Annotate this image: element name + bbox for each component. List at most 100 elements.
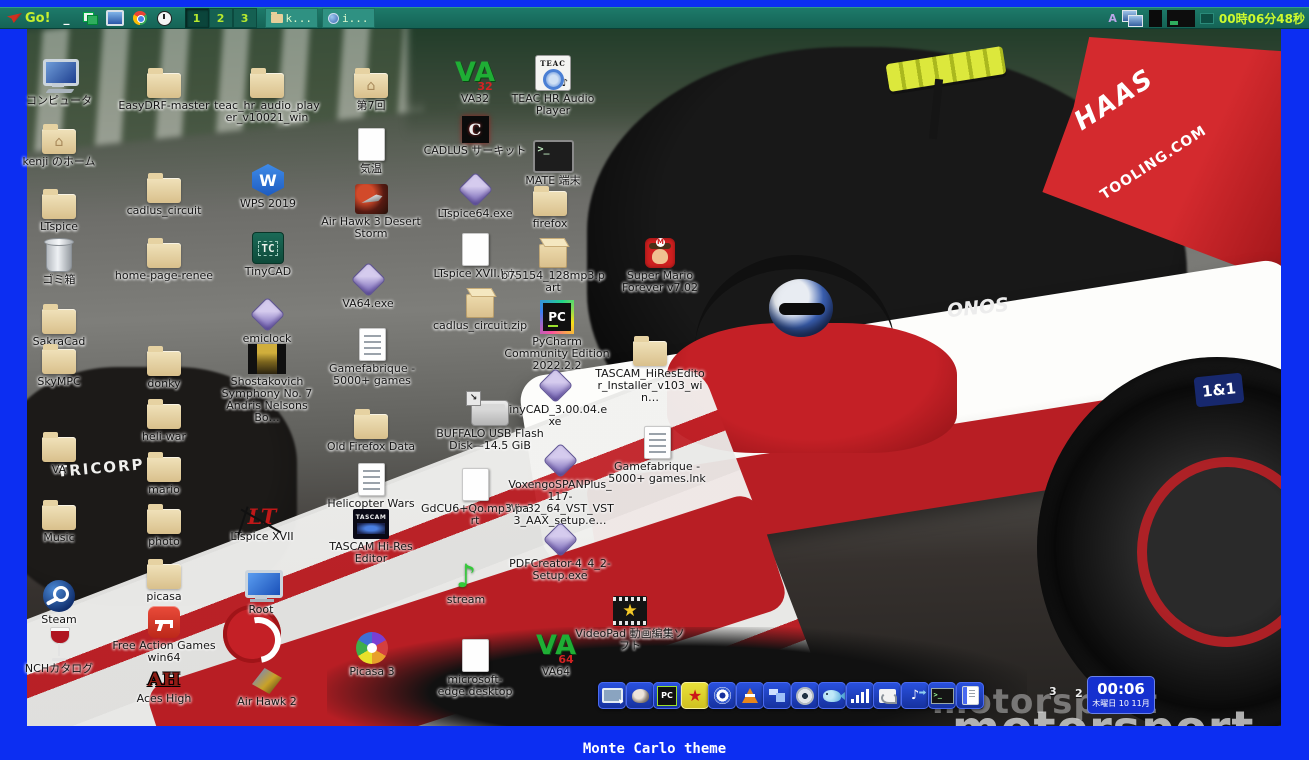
icon-ltspice-xvii-app[interactable]: LTLTspice XVII bbox=[206, 493, 318, 543]
icon-trash[interactable]: ゴミ箱 bbox=[3, 236, 115, 286]
icon-microsoft-edge-glyph bbox=[462, 636, 489, 672]
system-tray: A 00時06分48秒 bbox=[1108, 10, 1309, 27]
image-viewer-launcher[interactable] bbox=[873, 682, 901, 709]
swirl-app-launcher[interactable] bbox=[708, 682, 736, 709]
icon-buffalo-usb-glyph: ↘ bbox=[471, 390, 509, 426]
vlc-launcher[interactable] bbox=[736, 682, 764, 709]
workspace-button-1[interactable]: 1 bbox=[185, 8, 209, 28]
icon-free-action-games-glyph bbox=[148, 602, 180, 638]
maple-leaf-launcher[interactable]: ★ bbox=[681, 682, 709, 709]
icon-gamefabrique-label: Gamefabrique - 5000+ games bbox=[317, 363, 427, 387]
bluefish-launcher[interactable] bbox=[818, 682, 846, 709]
clock-icon[interactable] bbox=[156, 10, 174, 26]
icon-picasa-folder-glyph bbox=[147, 553, 181, 589]
icon-skympc-label: SkyMPC bbox=[37, 376, 80, 388]
icon-firefox-folder-label: firefox bbox=[533, 218, 568, 230]
icon-aces-high-glyph: AH bbox=[148, 655, 181, 691]
icon-nch-catalog[interactable]: NCHカタログ bbox=[3, 625, 115, 675]
icon-computer[interactable]: コンピュータ bbox=[3, 57, 115, 107]
taskbar-item-internet[interactable]: i... bbox=[322, 8, 375, 28]
icon-home-page-renee-label: home-page-renee bbox=[115, 270, 213, 282]
icon-wps-2019[interactable]: WWPS 2019 bbox=[212, 160, 324, 210]
icon-dai7kai-folder-glyph: ⌂ bbox=[354, 62, 388, 98]
icon-root[interactable]: Root bbox=[205, 566, 317, 616]
icon-gamefabrique-lnk[interactable]: Gamefabrique - 5000+ games.lnk bbox=[601, 423, 713, 485]
clock-time: 00:06 bbox=[1097, 682, 1145, 697]
icon-va32-glyph: VA32 bbox=[455, 55, 495, 91]
icon-aces-high[interactable]: AHAces High bbox=[108, 655, 220, 705]
notes-launcher[interactable] bbox=[956, 682, 984, 709]
icon-picasa-folder[interactable]: picasa bbox=[108, 553, 220, 603]
pycharm-launcher[interactable]: PC bbox=[653, 682, 681, 709]
window-tiles-launcher[interactable] bbox=[763, 682, 791, 709]
icon-picasa-3[interactable]: Picasa 3 bbox=[316, 628, 428, 678]
icon-kenji-home[interactable]: ⌂kenji のホーム bbox=[3, 118, 115, 168]
icon-air-hawk-2[interactable]: Air Hawk 2 bbox=[211, 658, 323, 708]
audio-converter-launcher[interactable]: ♪ bbox=[901, 682, 929, 709]
icon-kion-label: 気温 bbox=[360, 163, 382, 175]
icon-skympc[interactable]: SkyMPC bbox=[3, 338, 115, 388]
icon-cadlus-circuit-folder[interactable]: cadlus_circuit bbox=[108, 167, 220, 217]
window-list-icon[interactable] bbox=[81, 10, 99, 26]
icon-home-page-renee[interactable]: home-page-renee bbox=[108, 232, 220, 282]
icon-tinycad-label: TinyCAD bbox=[245, 266, 292, 278]
taskbar-item-kenji-folder[interactable]: k... bbox=[265, 8, 319, 28]
icon-teac-hr-audio-player-glyph: TEAC♪ bbox=[535, 55, 571, 91]
panel-clock[interactable]: 00時06分48秒 bbox=[1219, 10, 1305, 27]
terminal-launcher[interactable]: >_ bbox=[928, 682, 956, 709]
icon-emiclock-glyph bbox=[255, 295, 280, 331]
icon-dai7kai-folder[interactable]: ⌂第7回 bbox=[315, 62, 427, 112]
icon-teac-hr-audio-folder[interactable]: teac_hr_audio_player_v10021_win bbox=[211, 62, 323, 124]
icon-picasa-3-label: Picasa 3 bbox=[349, 666, 394, 678]
icon-nch-catalog-glyph bbox=[47, 625, 71, 661]
gimp-launcher[interactable] bbox=[626, 682, 654, 709]
icon-old-firefox-data[interactable]: Old Firefox Data bbox=[315, 403, 427, 453]
mail-tray-icon[interactable] bbox=[1200, 13, 1214, 24]
icon-pdfcreator-glyph bbox=[548, 520, 573, 556]
icon-shostakovich[interactable]: Shostakovich Symphony No. 7 Andris Nelso… bbox=[211, 338, 323, 424]
go-menu-button[interactable]: Go! bbox=[0, 8, 58, 28]
workspace-button-2[interactable]: 2 bbox=[209, 8, 233, 28]
icon-gdcu6-mp3-part[interactable]: GdCU6+Qo.mp3.part bbox=[419, 465, 531, 527]
icon-computer-label: コンピュータ bbox=[26, 95, 92, 107]
icon-air-hawk-3-glyph bbox=[355, 178, 388, 214]
icon-tinycad[interactable]: TC TinyCAD bbox=[212, 228, 324, 278]
disc-burner-launcher[interactable] bbox=[791, 682, 819, 709]
icon-kion[interactable]: 気温 bbox=[315, 125, 427, 175]
display-icon[interactable] bbox=[106, 10, 124, 26]
icon-tinycad-glyph: TC bbox=[252, 228, 284, 264]
input-method-indicator[interactable]: A bbox=[1108, 12, 1117, 25]
icon-steam[interactable]: Steam bbox=[3, 576, 115, 626]
icon-ltspice-folder[interactable]: LTspice bbox=[3, 183, 115, 233]
icon-gamefabrique[interactable]: Gamefabrique - 5000+ games bbox=[316, 325, 428, 387]
icon-donky[interactable]: donky bbox=[108, 340, 220, 390]
icon-firefox-folder[interactable]: firefox bbox=[494, 180, 606, 230]
clock-date: 木曜日 10 11月 bbox=[1092, 698, 1149, 709]
workspace-button-3[interactable]: 3 bbox=[233, 8, 257, 28]
chrome-icon[interactable] bbox=[131, 10, 149, 26]
icon-mario-folder[interactable]: mario bbox=[108, 446, 220, 496]
icon-heli-war[interactable]: heli-war bbox=[108, 393, 220, 443]
window-thumbnail[interactable] bbox=[1167, 10, 1195, 27]
go-plane-icon bbox=[7, 13, 22, 23]
icon-air-hawk-3[interactable]: Air Hawk 3 Desert Storm bbox=[315, 178, 427, 240]
icon-videopad[interactable]: ★VideoPad 動画編集ソフト bbox=[574, 590, 686, 652]
screenshot-launcher[interactable] bbox=[598, 682, 626, 709]
icon-easydrf-master-label: EasyDRF-master bbox=[118, 100, 209, 112]
window-thumbnail[interactable] bbox=[1149, 10, 1162, 27]
icon-super-mario-forever[interactable]: MSuper Mario Forever v7.02 bbox=[604, 232, 716, 294]
icon-root-label: Root bbox=[249, 604, 274, 616]
dual-monitor-icon[interactable] bbox=[1122, 10, 1144, 27]
icon-va64-exe[interactable]: VA64.exe bbox=[312, 260, 424, 310]
icon-stream[interactable]: ♪stream bbox=[410, 556, 522, 606]
icon-mate-terminal-glyph: >_ bbox=[533, 137, 574, 173]
icon-wps-2019-label: WPS 2019 bbox=[240, 198, 296, 210]
show-desktop-button[interactable]: _ bbox=[58, 11, 76, 25]
icon-music-folder[interactable]: Music bbox=[3, 494, 115, 544]
audio-meter-launcher[interactable] bbox=[846, 682, 874, 709]
icon-root-glyph bbox=[241, 566, 281, 602]
icon-photo-folder[interactable]: photo bbox=[108, 498, 220, 548]
icon-shostakovich-label: Shostakovich Symphony No. 7 Andris Nelso… bbox=[212, 376, 322, 424]
icon-easydrf-master[interactable]: EasyDRF-master bbox=[108, 62, 220, 112]
icon-va-folder[interactable]: VA bbox=[3, 426, 115, 476]
